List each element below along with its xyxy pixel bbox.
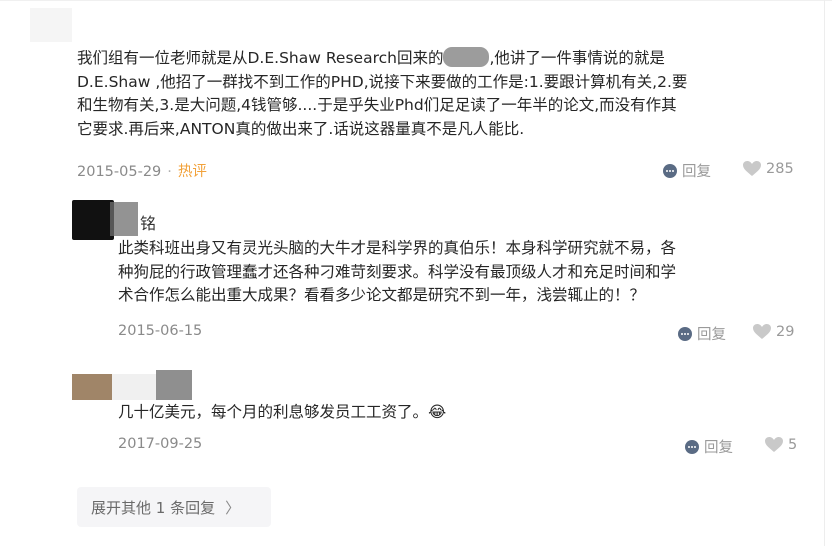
like-count: 5 [788, 436, 798, 453]
comment-date: 2015-06-15 [118, 323, 203, 339]
comment-author[interactable]: 铭 [140, 210, 156, 234]
comment-line: 几十亿美元，每个月的利息够发员工工资了。😂 [118, 403, 447, 421]
comment-body: 几十亿美元，每个月的利息够发员工工资了。😂 [118, 401, 446, 425]
expand-replies-button[interactable]: 展开其他 1 条回复 〉 [77, 487, 271, 527]
separator-dot: · [167, 164, 172, 180]
like-button[interactable]: 29 [752, 323, 794, 340]
redaction-blur [443, 47, 490, 67]
comment-line: 它要求.再后来,ANTON真的做出来了.话说这器量真不是凡人能比. [77, 119, 525, 138]
username-redaction [112, 374, 156, 400]
comment-meta: 2017-09-25 [118, 436, 202, 452]
avatar[interactable] [72, 374, 114, 400]
reply-label: 回复 [697, 327, 726, 343]
comment-line: 此类科班出身又有灵光头脑的大牛才是科学界的真伯乐！本身科学研究就不易，各 [118, 239, 677, 257]
comment-bubble-icon [685, 439, 699, 454]
top-divider [0, 0, 832, 1]
reply-button[interactable]: 回复 [677, 323, 726, 344]
comment-bubble-icon [663, 163, 677, 178]
chevron-right-icon: 〉 [225, 498, 241, 517]
comment-date: 2015-05-29 [77, 164, 162, 180]
reply-label: 回复 [682, 164, 711, 180]
heart-icon [765, 437, 783, 452]
like-count: 29 [776, 323, 795, 340]
avatar[interactable] [30, 8, 72, 42]
comment-line: 和生物有关,3.是大问题,4钱管够....于是乎失业Phd们足足读了一年半的论文… [77, 96, 677, 115]
comment-line: 我们组有一位老师就是从D.E.Shaw Research回来的 ,他讲了一件事情说… [77, 47, 665, 67]
like-count: 285 [766, 160, 794, 177]
heart-icon [743, 161, 761, 176]
reply-button[interactable]: 回复 [684, 436, 733, 457]
comment-body: 此类科班出身又有灵光头脑的大牛才是科学界的真伯乐！本身科学研究就不易，各 种狗屁… [118, 237, 676, 308]
right-divider [824, 0, 825, 546]
comment-meta: 2015-06-15 [118, 323, 202, 339]
comment-line: 种狗屁的行政管理蠢才还各种刁难苛刻要求。科学没有最顶级人才和充足时间和学 [118, 262, 677, 281]
username-redaction [110, 202, 138, 236]
expand-replies-label: 展开其他 1 条回复 [91, 498, 216, 517]
comment-meta: 2015-05-29 · 热评 [77, 160, 207, 181]
comment-bubble-icon [678, 326, 692, 341]
reply-button[interactable]: 回复 [662, 160, 711, 181]
comment-date: 2017-09-25 [118, 436, 203, 452]
reply-label: 回复 [704, 440, 733, 456]
hot-badge: 热评 [177, 164, 207, 180]
heart-icon [753, 324, 771, 339]
like-button[interactable]: 5 [764, 436, 797, 453]
comment-line: D.E.Shaw ,他招了一群找不到工作的PHD,说接下来要做的工作是:1.要跟… [77, 72, 688, 91]
username-redaction [156, 370, 192, 400]
comment-line: 术合作怎么能出重大成果？看看多少论文都是研究不到一年，浅尝辄止的！？ [118, 286, 646, 305]
like-button[interactable]: 285 [742, 160, 794, 177]
avatar[interactable] [72, 200, 114, 240]
comment-body: 我们组有一位老师就是从D.E.Shaw Research回来的 ,他讲了一件事情说… [77, 47, 687, 141]
